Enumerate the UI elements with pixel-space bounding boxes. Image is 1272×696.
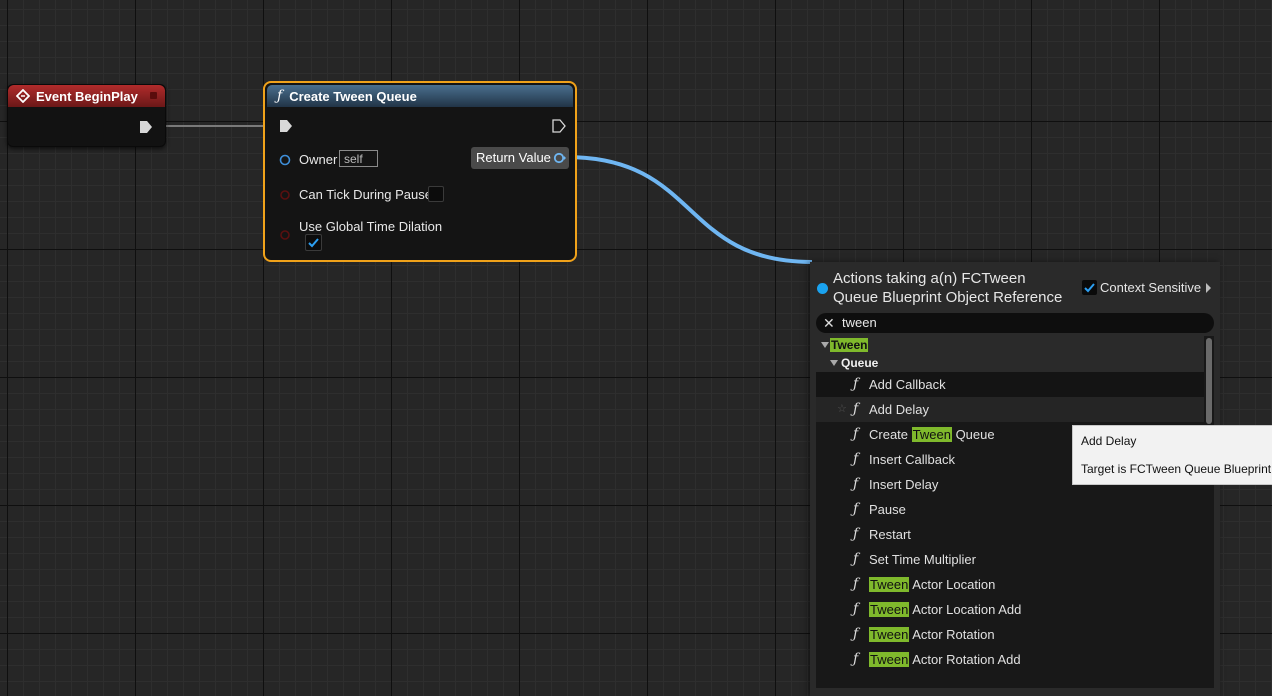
can-tick-checkbox[interactable] bbox=[428, 186, 444, 202]
list-item[interactable]: ƒ Tween Actor Location Add bbox=[816, 597, 1204, 622]
label-text: Actor Rotation bbox=[909, 627, 995, 642]
use-global-checkbox[interactable] bbox=[305, 234, 322, 251]
exec-in-pin-icon[interactable] bbox=[279, 119, 293, 133]
search-highlight: Tween bbox=[869, 627, 910, 642]
func-node-title: Create Tween Queue bbox=[289, 88, 417, 104]
list-item[interactable]: ƒ Pause bbox=[816, 497, 1204, 522]
context-sensitive-checkbox[interactable] bbox=[1082, 280, 1097, 295]
event-node-header[interactable]: Event BeginPlay bbox=[8, 85, 165, 107]
create-tween-queue-node[interactable]: ƒ Create Tween Queue Owner self Can Tick… bbox=[263, 81, 577, 262]
function-icon: ƒ bbox=[853, 501, 859, 517]
function-icon: ƒ bbox=[277, 88, 283, 104]
list-item[interactable]: ƒ Set Time Multiplier bbox=[816, 547, 1204, 572]
expand-arrow-icon[interactable] bbox=[1206, 283, 1211, 293]
function-icon: ƒ bbox=[853, 426, 859, 442]
function-icon: ƒ bbox=[853, 451, 859, 467]
list-item[interactable]: ƒ Tween Actor Rotation Add bbox=[816, 647, 1204, 672]
owner-pin-icon[interactable] bbox=[279, 154, 291, 166]
event-beginplay-node[interactable]: Event BeginPlay bbox=[7, 84, 166, 147]
list-item-label: Pause bbox=[869, 502, 906, 517]
owner-value-field[interactable]: self bbox=[339, 150, 378, 167]
category-row-queue[interactable]: Queue bbox=[816, 354, 1204, 372]
action-menu-title-line1: Actions taking a(n) FCTween bbox=[833, 270, 1026, 287]
owner-pin-label: Owner bbox=[299, 152, 338, 167]
list-item[interactable]: ☆ ƒ Add Delay bbox=[816, 397, 1204, 422]
label-text: Restart bbox=[869, 527, 911, 542]
list-item[interactable]: ƒ Tween Actor Location bbox=[816, 572, 1204, 597]
list-item-label: Create Tween Queue bbox=[869, 427, 995, 442]
exec-out-pin-icon[interactable] bbox=[552, 119, 566, 133]
can-tick-pin-icon[interactable] bbox=[279, 189, 291, 201]
function-icon: ƒ bbox=[853, 401, 859, 417]
event-delegate-pin[interactable] bbox=[150, 92, 157, 99]
label-text: Actor Location Add bbox=[909, 602, 1022, 617]
label-text: Actor Rotation Add bbox=[909, 652, 1021, 667]
label-text: Pause bbox=[869, 502, 906, 517]
list-item-label: Tween Actor Location bbox=[869, 577, 995, 592]
func-node-header[interactable]: ƒ Create Tween Queue bbox=[267, 85, 573, 107]
label-text: Actor Location bbox=[909, 577, 996, 592]
list-item[interactable]: ƒ Restart bbox=[816, 522, 1204, 547]
label-text: Add Delay bbox=[869, 402, 929, 417]
list-item-label: Restart bbox=[869, 527, 911, 542]
list-item-label: Tween Actor Location Add bbox=[869, 602, 1021, 617]
function-icon: ƒ bbox=[853, 626, 859, 642]
action-menu-title-line2: Queue Blueprint Object Reference bbox=[833, 289, 1063, 306]
use-global-pin-icon[interactable] bbox=[279, 229, 291, 241]
exec-out-pin-icon[interactable] bbox=[139, 120, 153, 134]
function-icon: ƒ bbox=[853, 651, 859, 667]
search-input[interactable]: ✕ tween bbox=[816, 313, 1214, 333]
label-text: Set Time Multiplier bbox=[869, 552, 976, 567]
label-text: Insert Delay bbox=[869, 477, 939, 492]
collapse-arrow-icon[interactable] bbox=[821, 342, 829, 348]
function-icon: ƒ bbox=[853, 601, 859, 617]
function-icon: ƒ bbox=[853, 476, 859, 492]
search-highlight: Tween bbox=[869, 577, 910, 592]
function-icon: ƒ bbox=[853, 376, 859, 392]
function-icon: ƒ bbox=[853, 551, 859, 567]
collapse-arrow-icon[interactable] bbox=[830, 360, 838, 366]
tooltip-description: Target is FCTween Queue Blueprint bbox=[1081, 462, 1272, 476]
context-sensitive-label: Context Sensitive bbox=[1100, 280, 1202, 295]
function-icon: ƒ bbox=[853, 576, 859, 592]
event-node-title: Event BeginPlay bbox=[36, 88, 138, 104]
use-global-pin-label: Use Global Time Dilation bbox=[299, 219, 443, 234]
list-item-label: Tween Actor Rotation Add bbox=[869, 652, 1021, 667]
action-menu-title: Actions taking a(n) FCTween Queue Bluepr… bbox=[833, 269, 1083, 307]
return-object-pin-icon[interactable] bbox=[553, 152, 566, 164]
list-item-label: Tween Actor Rotation bbox=[869, 627, 995, 642]
search-highlight: Tween bbox=[869, 602, 910, 617]
list-item-label: Add Callback bbox=[869, 377, 946, 392]
label-text: Insert Callback bbox=[869, 452, 955, 467]
list-item-label: Insert Delay bbox=[869, 477, 938, 492]
function-icon: ƒ bbox=[853, 526, 859, 542]
return-value-label: Return Value bbox=[476, 150, 551, 165]
search-highlight: Tween bbox=[869, 652, 910, 667]
list-scrollbar[interactable] bbox=[1206, 338, 1212, 424]
checkmark-icon bbox=[308, 238, 319, 248]
list-item-label: Insert Callback bbox=[869, 452, 955, 467]
label-prefix: Create bbox=[869, 427, 912, 442]
event-diamond-icon bbox=[16, 89, 30, 103]
list-item-label: Add Delay bbox=[869, 402, 929, 417]
search-value: tween bbox=[842, 315, 877, 330]
list-item[interactable]: ƒ Add Callback bbox=[816, 372, 1204, 397]
object-type-dot-icon bbox=[817, 283, 828, 294]
search-highlight: Tween bbox=[911, 427, 952, 442]
category-label: Tween bbox=[830, 338, 869, 352]
tooltip-title: Add Delay bbox=[1081, 434, 1137, 448]
list-item-label: Set Time Multiplier bbox=[869, 552, 976, 567]
list-item[interactable]: ƒ Tween Actor Rotation bbox=[816, 622, 1204, 647]
can-tick-pin-label: Can Tick During Pause bbox=[299, 187, 432, 202]
favorite-star-icon[interactable]: ☆ bbox=[837, 402, 847, 415]
clear-search-icon[interactable]: ✕ bbox=[823, 315, 835, 332]
action-list[interactable]: Tween Queue ƒ Add Callback ☆ ƒ Add Delay ƒ Cre… bbox=[816, 336, 1214, 688]
subcategory-label: Queue bbox=[841, 356, 879, 370]
category-row-tween[interactable]: Tween bbox=[816, 336, 1204, 354]
checkmark-icon bbox=[1084, 283, 1095, 293]
return-value-pin[interactable]: Return Value bbox=[471, 147, 569, 169]
label-text: Queue bbox=[951, 427, 995, 442]
tooltip: Add Delay Target is FCTween Queue Bluepr… bbox=[1072, 425, 1272, 485]
label-text: Add Callback bbox=[869, 377, 946, 392]
